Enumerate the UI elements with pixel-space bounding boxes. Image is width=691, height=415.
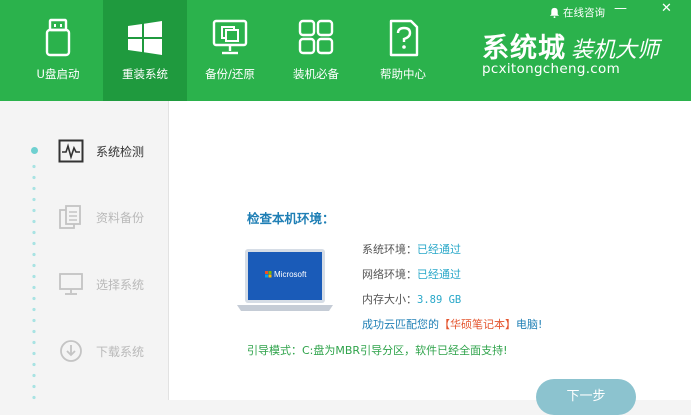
nav-help-center[interactable]: 帮助中心 <box>361 0 445 101</box>
step-sidebar: 系统检测 资料备份 选择系统 下载系统 <box>0 101 169 400</box>
nav-backup-restore[interactable]: 备份/还原 <box>188 0 272 101</box>
row-value: 3.89 GB <box>417 294 462 306</box>
nav-reinstall-system[interactable]: 重装系统 <box>103 0 187 101</box>
env-check-title: 检查本机环境： <box>247 211 335 226</box>
step-dot <box>31 147 38 154</box>
help-document-icon <box>389 19 419 57</box>
step-label: 系统检测 <box>96 145 145 159</box>
bell-icon <box>549 7 560 18</box>
row-value: 已经通过 <box>417 243 461 256</box>
step-label: 资料备份 <box>96 211 145 225</box>
brand-title: 系统城 <box>482 33 566 64</box>
nav-label: 装机必备 <box>293 67 339 81</box>
network-env-row: 网络环境：已经通过 <box>362 266 461 282</box>
device-brand: 【华硕笔记本】 <box>439 318 516 331</box>
nav-label: U盘启动 <box>36 67 80 81</box>
top-toolbar: U盘启动 重装系统 备份/还原 装机必备 帮助中心 系统城 装机大师 pcxit… <box>0 0 691 101</box>
windows-logo-icon <box>128 21 162 55</box>
step-label: 下载系统 <box>96 345 145 359</box>
laptop-screen-text: Microsoft <box>274 270 307 279</box>
documents-icon <box>59 205 81 229</box>
boot-mode-text: 引导模式：C:盘为MBR引导分区，软件已经全面支持! <box>247 344 508 357</box>
backup-copy-icon <box>212 19 248 55</box>
brand-url: pcxitongcheng.com <box>482 61 621 77</box>
laptop-icon: Microsoft <box>237 249 333 311</box>
close-button[interactable]: ✕ <box>661 1 672 16</box>
step-label: 选择系统 <box>96 278 145 292</box>
step-system-check: 系统检测 <box>0 136 168 166</box>
step-data-backup: 资料备份 <box>0 202 168 232</box>
row-value: 已经通过 <box>417 268 461 281</box>
brand-subtitle: 装机大师 <box>571 38 660 63</box>
nav-label: 帮助中心 <box>380 67 426 81</box>
next-step-button[interactable]: 下一步 <box>536 379 636 415</box>
online-consult-button[interactable]: 在线咨询 <box>549 5 605 20</box>
memory-size-row: 内存大小：3.89 GB <box>362 291 461 307</box>
success-suffix: 电脑! <box>516 318 543 331</box>
main-panel: 检查本机环境： Microsoft 系统环境：已经通过 网络环境：已经通过 内存… <box>169 101 691 415</box>
match-success-message: 成功云匹配您的【华硕笔记本】电脑! <box>362 316 542 332</box>
app-grid-icon <box>298 19 334 55</box>
system-env-row: 系统环境：已经通过 <box>362 241 461 257</box>
nav-usb-boot[interactable]: U盘启动 <box>16 0 100 101</box>
usb-drive-icon <box>45 18 71 57</box>
minimize-button[interactable]: — <box>614 1 627 16</box>
nav-label: 备份/还原 <box>205 67 255 81</box>
monitor-pulse-icon <box>58 139 84 163</box>
computer-icon <box>59 273 83 295</box>
row-label: 系统环境： <box>362 243 417 256</box>
download-icon <box>60 340 82 362</box>
row-label: 内存大小： <box>362 293 417 306</box>
success-prefix: 成功云匹配您的 <box>362 318 439 331</box>
nav-label: 重装系统 <box>122 67 168 81</box>
row-label: 网络环境： <box>362 268 417 281</box>
nav-essential-apps[interactable]: 装机必备 <box>274 0 358 101</box>
step-download-system: 下载系统 <box>0 336 168 366</box>
consult-label: 在线咨询 <box>563 7 605 19</box>
step-select-system: 选择系统 <box>0 269 168 299</box>
